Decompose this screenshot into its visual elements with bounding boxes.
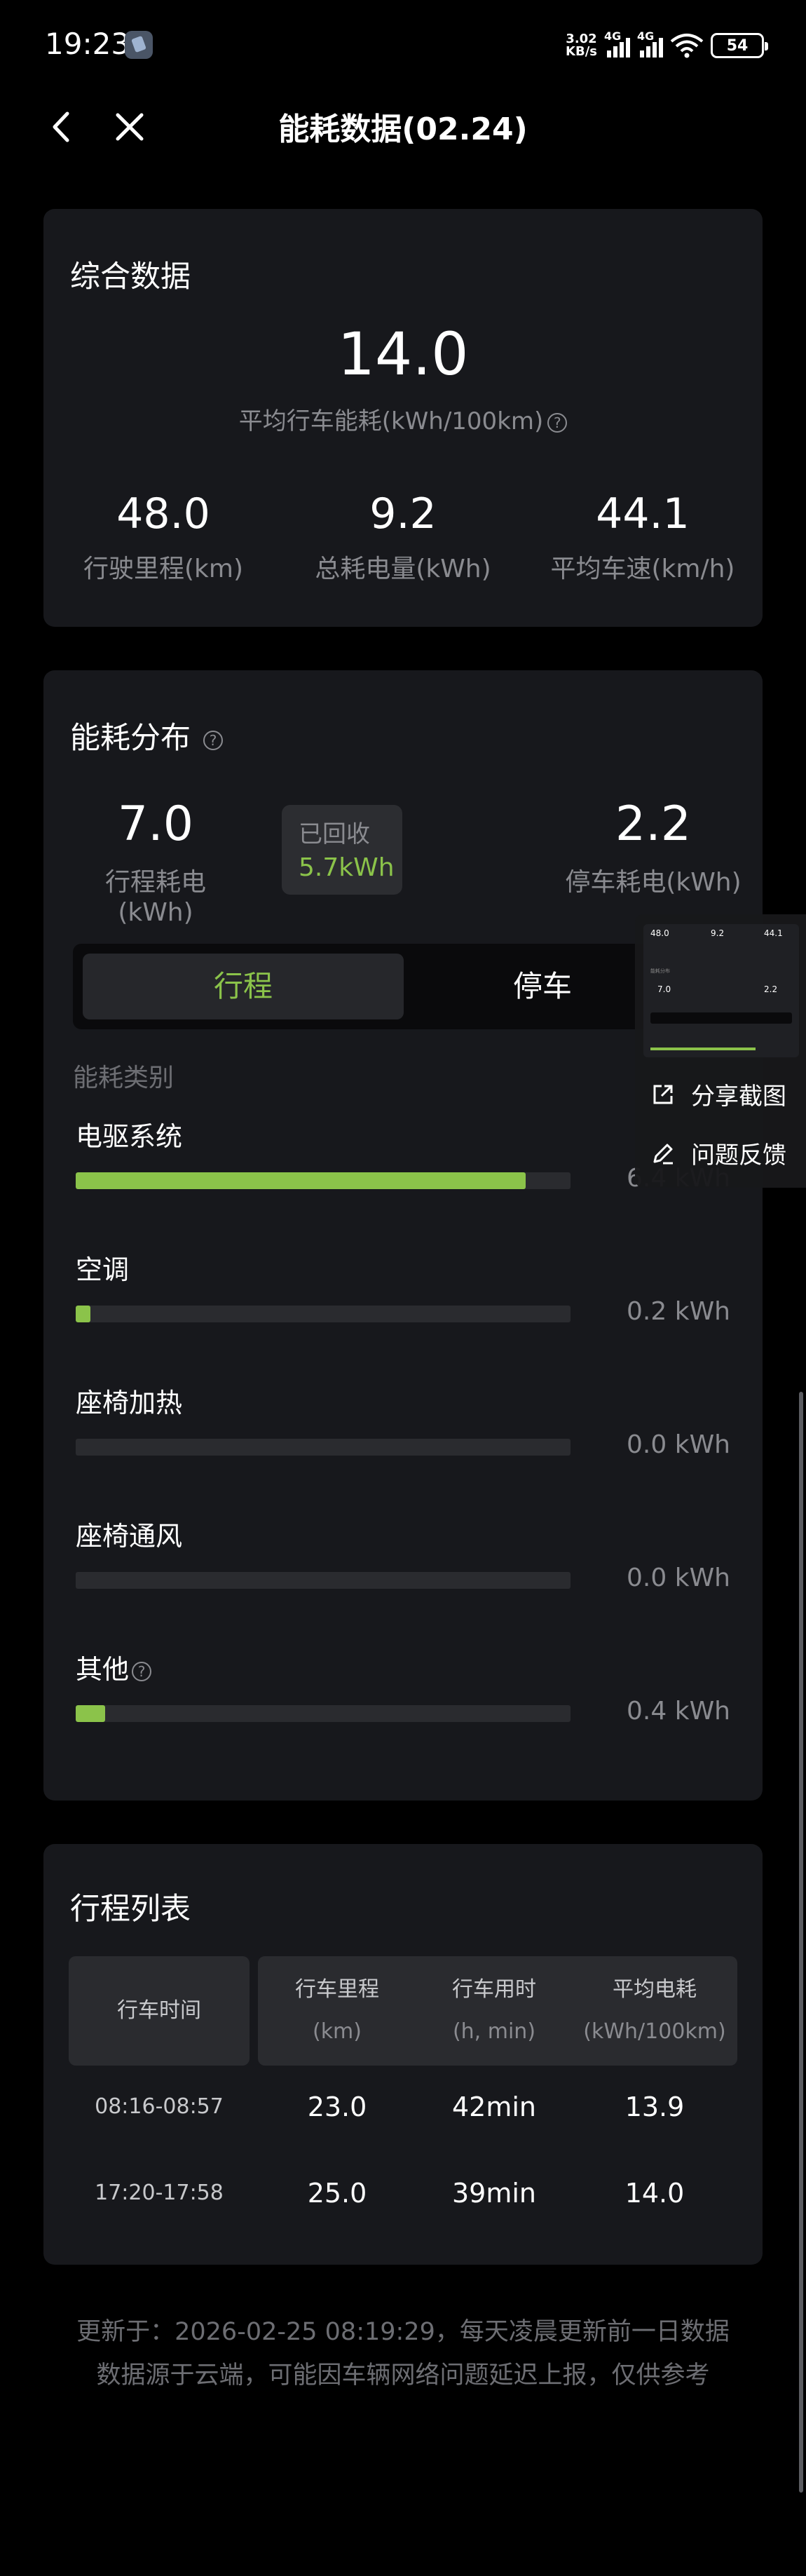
network-speed: 3.02 KB/s [566,32,597,59]
help-icon[interactable]: ? [132,1661,152,1681]
header-time: 行车时间 [69,1956,250,2066]
app-notification-icon [125,31,153,59]
category-name-row: 其他? [76,1648,152,1686]
category-header: 能耗类别 [73,1064,175,1092]
category-row: 座椅加热 0.0 kWh [76,1381,763,1486]
recovered-badge: 已回收 5.7kWh [282,805,402,895]
share-icon [653,1085,673,1104]
tab-parking[interactable]: 停车 [423,954,662,1019]
category-bar [76,1306,571,1322]
share-screenshot-button[interactable]: 分享截图 [650,1077,786,1111]
signal-sim1-icon: 4G [604,29,630,57]
category-bar-fill [76,1172,526,1189]
signal-sim2-icon: 4G [637,29,663,57]
table-row[interactable]: 08:16-08:57 23.0 42min 13.9 [69,2075,737,2138]
status-indicators: 3.02 KB/s 4G 4G 54 [566,28,768,63]
category-row: 其他? 0.4 kWh [76,1648,763,1753]
category-value: 0.0 kWh [627,1564,730,1592]
distribution-title: 能耗分布 [70,721,191,756]
nav-bar: 能耗数据(02.24) [0,91,806,168]
distribution-title-row: 能耗分布? [70,714,223,757]
category-bar-fill [76,1705,106,1722]
driving-consumption-label: 行程耗电(kWh) [104,868,206,927]
help-icon[interactable]: ? [203,730,223,750]
stat-avg-speed: 44.1 平均车速(km/h) [523,489,763,585]
category-name: 座椅加热 [76,1388,183,1418]
parking-consumption-value: 2.2 [615,796,692,852]
recovered-value: 5.7kWh [299,853,395,882]
trip-time: 08:16-08:57 [95,2094,224,2119]
header-group: 行车里程 (km) 行车用时 (h, min) 平均电耗 (kWh/100km) [258,1956,737,2066]
stat-total-energy: 9.2 总耗电量(kWh) [283,489,523,585]
category-value: 0.2 kWh [627,1297,730,1326]
tab-driving[interactable]: 行程 [83,954,404,1019]
trip-distance: 23.0 [307,2092,367,2122]
trip-distance: 25.0 [307,2178,367,2209]
table-row[interactable]: 17:20-17:58 25.0 39min 14.0 [69,2162,737,2225]
category-name: 电驱系统 [76,1121,183,1152]
stat-total-energy-value: 9.2 [369,489,437,538]
share-screenshot-label: 分享截图 [691,1083,786,1111]
scrollbar[interactable] [799,1392,803,2493]
category-bar [76,1172,571,1189]
trip-table-header: 行车时间 行车里程 (km) 行车用时 (h, min) 平均电耗 (kWh/1… [69,1956,737,2066]
trip-duration: 39min [451,2178,536,2209]
avg-consumption-value: 14.0 [337,320,469,388]
stat-total-energy-label: 总耗电量(kWh) [315,555,491,583]
stat-mileage-value: 48.0 [116,489,210,538]
overview-title: 综合数据 [70,259,191,294]
page-title: 能耗数据(02.24) [278,111,528,147]
category-bar [76,1439,571,1456]
category-name: 座椅通风 [76,1521,183,1552]
update-note-line2: 数据源于云端，可能因车辆网络问题延迟上报，仅供参考 [96,2361,710,2389]
update-note: 更新于：2026-02-25 08:19:29，每天凌晨更新前一日数据 数据源于… [0,2310,806,2397]
category-value: 0.0 kWh [627,1430,730,1459]
avg-consumption-label: 平均行车能耗(kWh/100km) [238,407,544,435]
stat-avg-speed-value: 44.1 [596,489,690,538]
category-value: 0.4 kWh [627,1697,730,1726]
category-bar [76,1572,571,1589]
stat-mileage: 48.0 行驶里程(km) [43,489,283,585]
overview-card: 综合数据 14.0 平均行车能耗(kWh/100km)? 48.0 行驶里程(k… [43,209,763,627]
trip-avg-consumption: 14.0 [624,2178,685,2209]
feedback-button[interactable]: 问题反馈 [650,1136,786,1170]
header-duration: 行车用时 (h, min) [452,1977,536,2044]
driving-consumption: 7.0 行程耗电(kWh) [71,796,240,927]
screenshot-popup: 48.0 9.2 44.1 能耗分布 7.0 2.2 分享截图 问题反馈 [635,914,806,1188]
category-bar-fill [76,1306,91,1322]
recovered-label: 已回收 [299,820,370,848]
wifi-icon [670,34,704,58]
update-note-line1: 更新于：2026-02-25 08:19:29，每天凌晨更新前一日数据 [76,2318,730,2346]
trip-time: 17:20-17:58 [95,2181,224,2205]
stat-avg-speed-label: 平均车速(km/h) [550,555,735,583]
screenshot-thumbnail[interactable]: 48.0 9.2 44.1 能耗分布 7.0 2.2 [643,924,799,1057]
category-name: 其他 [76,1654,130,1685]
battery-icon: 54 [711,33,768,58]
avg-consumption-label-row: 平均行车能耗(kWh/100km)? [43,402,763,436]
parking-consumption: 2.2 停车耗电(kWh) [562,796,744,898]
stat-mileage-label: 行驶里程(km) [83,555,243,583]
header-distance: 行车里程 (km) [295,1977,379,2044]
parking-consumption-label: 停车耗电(kWh) [565,868,742,897]
category-row: 空调 0.2 kWh [76,1248,763,1353]
edit-icon [653,1144,673,1164]
feedback-label: 问题反馈 [691,1141,786,1170]
help-icon[interactable]: ? [547,412,568,433]
distribution-card: 能耗分布? 7.0 行程耗电(kWh) 已回收 5.7kWh 2.2 停车耗电(… [43,670,763,1801]
trip-list-title: 行程列表 [70,1892,191,1927]
category-row: 座椅通风 0.0 kWh [76,1514,763,1620]
trip-list-card: 行程列表 行车时间 行车里程 (km) 行车用时 (h, min) 平均电耗 (… [43,1844,763,2265]
category-bar [76,1705,571,1722]
status-bar: 19:23 3.02 KB/s 4G 4G 54 [0,0,806,91]
driving-consumption-value: 7.0 [117,796,194,852]
trip-avg-consumption: 13.9 [624,2092,685,2122]
status-time: 19:23 [45,27,130,61]
category-name: 空调 [76,1254,130,1285]
header-avg-consumption: 平均电耗 (kWh/100km) [583,1977,726,2044]
trip-duration: 42min [451,2092,536,2122]
